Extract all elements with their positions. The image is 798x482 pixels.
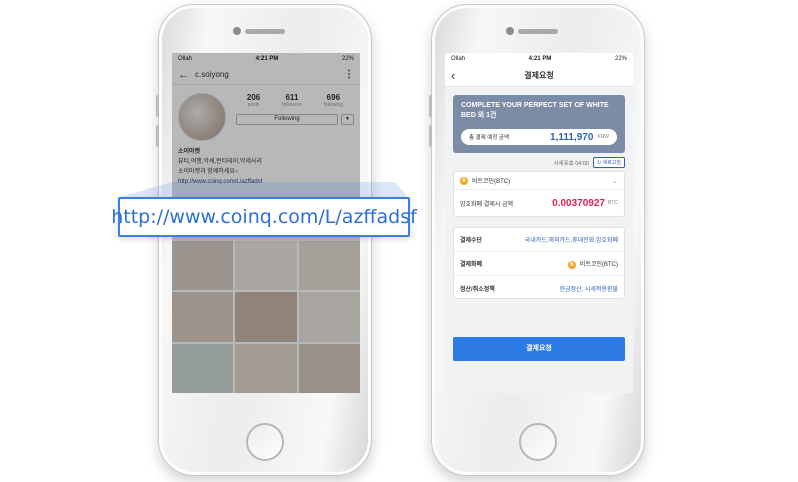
info-value-text: 비트코인(BTC) xyxy=(579,261,618,268)
product-title: COMPLETE YOUR PERPECT SET OF WHITE BED 외… xyxy=(461,102,609,119)
home-button[interactable] xyxy=(246,423,284,461)
front-camera xyxy=(506,27,514,35)
clock: 4:21 PM xyxy=(528,56,552,62)
crypto-currency: BTC xyxy=(608,200,618,206)
info-row: 결제수단 국내카드,해외카드,휴대전화,암호화폐 xyxy=(454,228,624,252)
total-amount-box: 총 결제 예정 금액 1,111,970 KRW xyxy=(461,129,617,145)
refresh-label: 새로고침 xyxy=(602,160,621,166)
payment-content: COMPLETE YOUR PERPECT SET OF WHITE BED 외… xyxy=(445,87,633,393)
right-phone: Ollah 4:21 PM 22% ‹ 결제요청 COMPLETE YOUR P… xyxy=(429,4,645,476)
info-row: 정산/취소정책 현금정산, 시세적용환불 xyxy=(454,276,624,300)
crypto-amount-label: 암호화폐 결제시 금액 xyxy=(460,201,514,208)
right-screen: Ollah 4:21 PM 22% ‹ 결제요청 COMPLETE YOUR P… xyxy=(445,53,633,393)
total-currency: KRW xyxy=(597,134,609,140)
callout-highlight xyxy=(120,182,408,197)
crypto-amount-row: 암호화폐 결제시 금액 0.00370927 BTC xyxy=(454,190,624,216)
callout-beam xyxy=(0,0,798,482)
bitcoin-icon: B xyxy=(460,176,468,185)
payment-info: 결제수단 국내카드,해외카드,휴대전화,암호화폐 결제화폐 B 비트코인(BTC)… xyxy=(453,227,625,299)
info-label: 결제화폐 xyxy=(460,262,483,268)
url-callout: http://www.coinq.com/L/azffadsf xyxy=(111,197,417,237)
left-phone: Ollah 4:21 PM 22% ← c.soiyong ⋮ 206 post… xyxy=(156,4,372,476)
coin-select[interactable]: B 비트코인(BTC) ⌄ xyxy=(454,172,624,190)
callout-url: http://www.coinq.com/L/azffadsf xyxy=(111,206,417,228)
info-value: B 비트코인(BTC) xyxy=(514,259,618,269)
info-value: 현금정산, 시세적용환불 xyxy=(559,286,618,293)
battery: 22% xyxy=(614,56,627,62)
front-camera xyxy=(233,27,241,35)
info-label: 정산/취소정책 xyxy=(460,286,495,293)
page-title: 결제요청 xyxy=(524,71,554,80)
info-value: 국내카드,해외카드,휴대전화,암호화폐 xyxy=(524,238,618,244)
status-bar: Ollah 4:21 PM 22% xyxy=(445,53,633,65)
request-payment-button[interactable]: 결제요청 xyxy=(453,337,625,361)
payment-header: ‹ 결제요청 xyxy=(445,65,633,87)
product-card: COMPLETE YOUR PERPECT SET OF WHITE BED 외… xyxy=(453,95,625,153)
coin-box: B 비트코인(BTC) ⌄ 암호화폐 결제시 금액 0.00370927 BTC xyxy=(453,171,625,217)
bitcoin-icon: B xyxy=(567,260,576,269)
total-label: 총 결제 예정 금액 xyxy=(469,135,510,141)
chevron-down-icon: ⌄ xyxy=(612,177,618,185)
total-amount: 1,111,970 xyxy=(550,131,594,143)
timer-label: 시세유효 04:00 xyxy=(553,160,589,167)
earpiece xyxy=(518,29,558,34)
info-row: 결제화폐 B 비트코인(BTC) xyxy=(454,252,624,276)
back-chevron-icon[interactable]: ‹ xyxy=(451,68,455,83)
info-label: 결제수단 xyxy=(460,238,483,244)
carrier: Ollah xyxy=(451,56,466,62)
home-button[interactable] xyxy=(519,423,557,461)
refresh-button[interactable]: ↻ 새로고침 xyxy=(593,157,625,168)
crypto-amount: 0.00370927 xyxy=(552,197,605,209)
earpiece xyxy=(245,29,285,34)
rate-timer: 시세유효 04:00 ↻ 새로고침 xyxy=(553,157,625,168)
coin-select-value: 비트코인(BTC) xyxy=(472,179,511,185)
